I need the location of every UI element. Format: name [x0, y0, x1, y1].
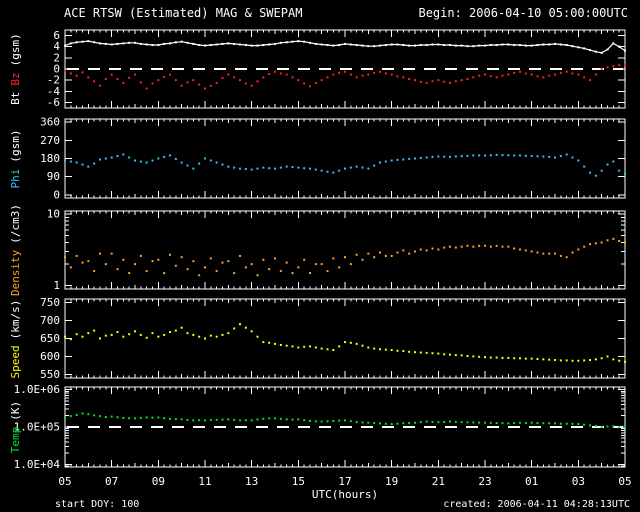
y-tick-label: 750: [40, 296, 60, 309]
y-tick-label: 10: [47, 207, 60, 220]
y-tick-label: 550: [40, 368, 60, 381]
x-tick-label: 13: [245, 475, 259, 488]
series-speed: [64, 323, 626, 363]
y-axis-label-part: Bt: [9, 91, 22, 105]
ace-rtsw-chart: ACE RTSW (Estimated) MAG & SWEPAM Begin:…: [0, 0, 640, 512]
y-tick-label: 1.0E+04: [14, 458, 61, 471]
series-bt: [64, 40, 626, 54]
y-axis-label-density: Density (/cm3): [9, 201, 22, 299]
created-timestamp: created: 2006-04-11 04:28:13UTC: [443, 499, 630, 510]
y-tick-label: 700: [40, 314, 60, 327]
y-axis-label-part: Temp: [9, 426, 22, 454]
x-tick-label: 05: [618, 475, 632, 488]
panel-phi: 360 270 180 90 0: [40, 116, 626, 201]
x-tick-label: 21: [431, 475, 445, 488]
y-axis-label-speed: Speed (km/s): [9, 296, 22, 381]
y-tick-label: 360: [40, 116, 60, 129]
y-axis-label-part: Bz: [9, 72, 22, 86]
x-tick-label: 11: [198, 475, 212, 488]
x-axis-tick-labels: 05 07 09 11 13 15 17 19 21 23 01 03 05: [0, 475, 640, 488]
x-tick-label: 03: [571, 475, 585, 488]
x-tick-label: 07: [105, 475, 119, 488]
series-phi: [64, 153, 626, 177]
y-tick-label: 270: [40, 134, 60, 147]
series-bz: [64, 63, 626, 90]
x-tick-label: 23: [478, 475, 492, 488]
x-axis-title: UTC(hours): [311, 488, 379, 501]
y-axis-label-part: (gsm): [9, 33, 22, 67]
panel-density: 10 1: [47, 207, 626, 292]
y-axis-label-part: Density: [9, 249, 22, 297]
x-tick-label: 05: [58, 475, 72, 488]
x-tick-label: 19: [385, 475, 399, 488]
y-axis-label-part: (gsm): [9, 129, 22, 163]
y-axis-label-part: (km/s): [9, 299, 22, 339]
y-tick-label: 1: [53, 279, 60, 292]
y-tick-label: 180: [40, 152, 60, 165]
y-tick-label: 90: [47, 170, 60, 183]
panel-temp: 1.0E+061.0E+051.0E+04: [14, 383, 626, 471]
y-tick-label: 600: [40, 350, 60, 363]
panel-bt-bz: 6420-2-4-6: [47, 29, 626, 109]
plot-canvas: 6420-2-4-6 360 270 180 90 0 10 1 750 700 650 600 550…: [14, 29, 626, 471]
y-axis-label-phi: Phi (gsm): [9, 126, 22, 191]
y-axis-label-part: (K): [9, 400, 22, 421]
start-doy-label: start DOY: 100: [55, 499, 140, 510]
y-axis-label-part: Phi: [9, 168, 22, 188]
series-density: [64, 237, 626, 277]
x-tick-label: 01: [525, 475, 539, 488]
y-axis-label-bt-bz: Bt Bz (gsm): [9, 30, 22, 108]
y-tick-label: 1.0E+06: [14, 383, 60, 396]
y-tick-label: -6: [47, 96, 60, 109]
series-temp: [64, 412, 626, 428]
y-axis-label-temp: Temp (K): [9, 398, 22, 456]
x-tick-label: 17: [338, 475, 352, 488]
y-axis-label-part: Speed: [9, 344, 22, 378]
panel-speed: 750 700 650 600 550: [40, 296, 626, 381]
x-tick-label: 09: [151, 475, 165, 488]
y-tick-label: 650: [40, 332, 60, 345]
y-axis-label-part: (/cm3): [9, 203, 22, 244]
y-tick-label: 0: [53, 188, 60, 201]
x-tick-label: 15: [291, 475, 305, 488]
